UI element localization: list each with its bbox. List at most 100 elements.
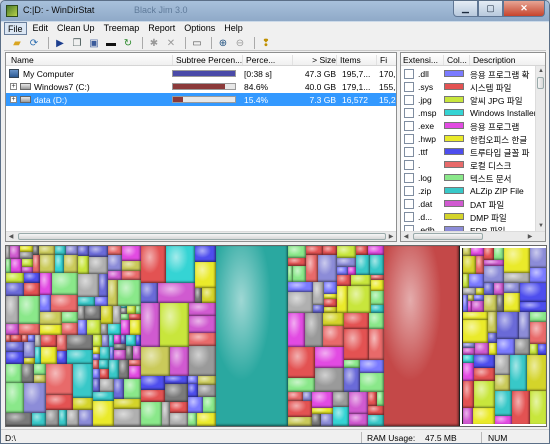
treemap-block[interactable] (337, 246, 356, 258)
treemap-block[interactable] (40, 295, 51, 312)
treemap-block[interactable] (100, 369, 109, 379)
list-item[interactable]: .exe 응용 프로그램 (401, 119, 535, 132)
treemap-block[interactable] (67, 350, 93, 364)
treemap-block[interactable] (463, 408, 473, 426)
treemap[interactable] (5, 245, 547, 427)
treemap-block[interactable] (463, 348, 475, 355)
treemap-block[interactable] (101, 306, 113, 324)
treemap-block[interactable] (57, 335, 67, 351)
scroll-left-icon[interactable]: ◀ (401, 232, 411, 241)
treemap-block[interactable] (519, 312, 530, 339)
treemap-block[interactable] (333, 392, 349, 407)
treemap-block[interactable] (313, 305, 324, 313)
list-item[interactable]: .log 텍스트 문서 (401, 171, 535, 184)
treemap-block[interactable] (160, 303, 189, 347)
treemap-block[interactable] (324, 299, 337, 307)
treemap-block[interactable] (124, 379, 141, 399)
treemap-block[interactable] (113, 306, 121, 324)
treemap-block[interactable] (78, 274, 99, 297)
treemap-block[interactable] (170, 413, 188, 426)
treemap-block[interactable] (504, 246, 530, 273)
treemap-block[interactable] (476, 288, 484, 295)
treemap-block[interactable] (337, 267, 348, 275)
help-icon[interactable]: ❢ (259, 37, 273, 50)
treemap-block[interactable] (370, 255, 384, 275)
treemap-block[interactable] (170, 347, 189, 376)
delete-icon[interactable]: ✕ (164, 37, 178, 50)
treemap-block[interactable] (189, 346, 216, 376)
treemap-block[interactable] (344, 329, 369, 360)
menu-help[interactable]: Help (221, 22, 246, 35)
treemap-block[interactable] (288, 258, 306, 266)
reload-icon[interactable]: ↻ (121, 37, 135, 50)
menu-file[interactable]: File (4, 22, 27, 35)
treemap-block[interactable] (288, 392, 303, 401)
treemap-block[interactable] (40, 255, 55, 273)
scroll-thumb[interactable] (413, 233, 483, 240)
column-header-percent[interactable]: Perce... (242, 55, 292, 65)
treemap-block[interactable] (504, 283, 520, 293)
extension-vertical-scrollbar[interactable]: ▲ ▼ (535, 66, 545, 231)
treemap-block[interactable] (377, 392, 384, 406)
treemap-block[interactable] (484, 246, 494, 260)
treemap-block[interactable] (55, 246, 66, 255)
treemap-block[interactable] (78, 320, 87, 335)
treemap-block[interactable] (141, 347, 170, 376)
treemap-block[interactable] (530, 268, 546, 283)
treemap-block[interactable] (306, 246, 323, 255)
list-item[interactable]: .sys 시스템 파일 (401, 80, 535, 93)
treemap-block[interactable] (305, 313, 323, 347)
treemap-block[interactable] (371, 305, 384, 313)
treemap-block[interactable] (34, 364, 46, 375)
column-header-files[interactable]: Fi (376, 55, 396, 65)
treemap-block[interactable] (471, 246, 484, 256)
scroll-down-icon[interactable]: ▼ (536, 221, 545, 231)
treemap-block[interactable] (371, 280, 384, 291)
treemap-block[interactable] (504, 273, 530, 283)
treemap-block[interactable] (530, 391, 546, 426)
treemap-block[interactable] (323, 313, 344, 326)
treemap-block[interactable] (474, 381, 495, 408)
treemap-block[interactable] (198, 376, 216, 385)
treemap-block[interactable] (369, 329, 384, 360)
menu-report[interactable]: Report (145, 22, 178, 35)
treemap-block[interactable] (102, 335, 109, 347)
treemap-block[interactable] (538, 344, 546, 355)
treemap-block[interactable] (520, 283, 546, 302)
treemap-block[interactable] (41, 347, 57, 364)
treemap-block[interactable] (6, 413, 32, 426)
treemap-block[interactable] (51, 295, 78, 312)
treemap-block[interactable] (495, 355, 510, 375)
treemap-block[interactable] (348, 267, 356, 275)
cleanup-icon[interactable]: ✱ (147, 37, 161, 50)
treemap-block[interactable] (356, 246, 368, 255)
treemap-block[interactable] (288, 378, 315, 392)
treemap-block[interactable] (41, 335, 57, 347)
treemap-block[interactable] (495, 391, 512, 416)
treemap-block[interactable] (108, 280, 118, 306)
zoom-out-icon[interactable]: ⊖ (233, 37, 247, 50)
directory-list[interactable]: Name Subtree Percen... Perce... > Size I… (5, 52, 397, 242)
treemap-block[interactable] (216, 246, 288, 426)
treemap-block[interactable] (78, 246, 89, 256)
treemap-block[interactable] (59, 410, 67, 426)
column-header-subtree[interactable]: Subtree Percen... (172, 55, 242, 65)
treemap-block[interactable] (368, 406, 384, 415)
scroll-thumb[interactable] (18, 233, 386, 240)
treemap-block[interactable] (6, 324, 19, 335)
treemap-block[interactable] (141, 283, 158, 303)
treemap-block[interactable] (495, 416, 512, 426)
treemap-block[interactable] (6, 364, 22, 383)
treemap-block[interactable] (100, 379, 114, 392)
scroll-left-icon[interactable]: ◀ (6, 232, 16, 241)
treemap-block[interactable] (33, 255, 40, 273)
treemap-block[interactable] (73, 398, 93, 410)
list-item[interactable]: .dat DAT 파일 (401, 197, 535, 210)
treemap-block[interactable] (20, 252, 33, 259)
play-icon[interactable]: ▶ (53, 37, 67, 50)
treemap-block[interactable] (89, 246, 108, 257)
scroll-up-icon[interactable]: ▲ (536, 66, 545, 76)
treemap-block[interactable] (24, 342, 35, 358)
treemap-block[interactable] (22, 259, 33, 267)
treemap-block[interactable] (165, 384, 188, 402)
